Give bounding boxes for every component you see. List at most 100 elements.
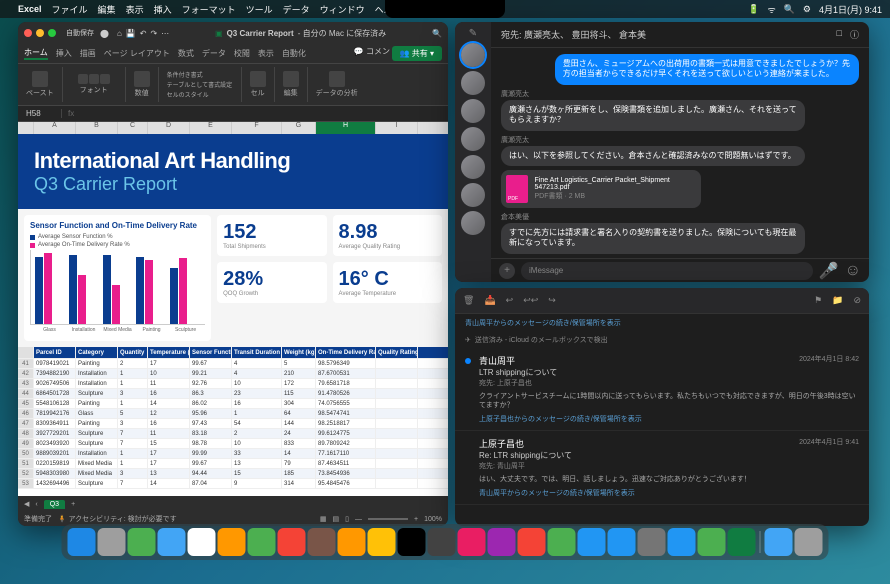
wifi-icon[interactable]: ᯤ <box>767 3 775 16</box>
tab-formulas[interactable]: 数式 <box>178 48 194 59</box>
tab-review[interactable]: 校閲 <box>234 48 250 59</box>
conversation-avatar[interactable] <box>461 99 485 123</box>
reply-icon[interactable]: ↩ <box>506 295 514 306</box>
save-icon[interactable]: 💾 <box>126 29 136 38</box>
redo-icon[interactable]: ↷ <box>150 29 157 38</box>
archive-icon[interactable]: 📥 <box>484 295 495 306</box>
home-icon[interactable]: ⌂ <box>117 29 122 38</box>
stocks-app-icon[interactable] <box>398 528 426 556</box>
view-layout-icon[interactable]: ▤ <box>333 515 340 523</box>
table-row[interactable]: 467819942176Glass51295.9616498.5474741 <box>18 409 448 419</box>
message-input[interactable]: iMessage <box>521 262 813 280</box>
conversation-avatar[interactable] <box>461 155 485 179</box>
settings-app-icon[interactable] <box>638 528 666 556</box>
menu-file[interactable]: ファイル <box>52 3 88 16</box>
prev-sheet-icon[interactable]: ‹ <box>35 501 37 508</box>
conversation-avatar[interactable] <box>461 43 485 67</box>
music-app-icon[interactable] <box>458 528 486 556</box>
news-app-icon[interactable] <box>518 528 546 556</box>
search-icon[interactable]: 🔍 <box>432 29 442 38</box>
maximize-icon[interactable] <box>48 29 56 37</box>
mail-app-icon[interactable] <box>158 528 186 556</box>
reply-all-icon[interactable]: ↩↩ <box>523 295 538 306</box>
first-sheet-icon[interactable]: ◀ <box>24 500 29 508</box>
battery-icon[interactable]: 🔋 <box>748 4 759 15</box>
cells-icon[interactable] <box>250 71 266 87</box>
conversation-avatar[interactable] <box>461 211 485 235</box>
junk-icon[interactable]: ⊘ <box>853 295 861 306</box>
control-center-icon[interactable]: ⚙ <box>803 4 811 15</box>
table-row[interactable]: 455548106128Painting11486.021630474.0756… <box>18 399 448 409</box>
table-row[interactable]: 509889039201Installation11799.99331477.1… <box>18 449 448 459</box>
menu-data[interactable]: データ <box>283 3 310 16</box>
name-box[interactable]: H58 <box>22 109 62 118</box>
podcasts-app-icon[interactable] <box>488 528 516 556</box>
conversation-avatar[interactable] <box>461 127 485 151</box>
table-row[interactable]: 531432694496Sculpture71487.04931495.4845… <box>18 479 448 489</box>
close-icon[interactable] <box>24 29 32 37</box>
search-icon[interactable]: 🔍 <box>784 4 795 15</box>
tab-insert[interactable]: 挿入 <box>56 48 72 59</box>
view-break-icon[interactable]: ▯ <box>345 515 349 523</box>
table-row[interactable]: 510220159819Mixed Media11799.67137987.46… <box>18 459 448 469</box>
launchpad-app-icon[interactable] <box>98 528 126 556</box>
table-row[interactable]: 483927729201Sculpture71183.1822499.61247… <box>18 429 448 439</box>
file-attachment[interactable]: Fine Art Logistics_Carrier Packet_Shipme… <box>501 170 701 208</box>
facetime-app-icon[interactable] <box>248 528 276 556</box>
add-attachment-icon[interactable]: + <box>499 263 515 279</box>
excel-app-icon[interactable] <box>728 528 756 556</box>
numbers-app-icon[interactable] <box>698 528 726 556</box>
sheet-tab-q3[interactable]: Q3 <box>44 500 65 509</box>
share-button[interactable]: 👥 共有 ▾ <box>392 46 442 61</box>
trash-app-icon[interactable] <box>795 528 823 556</box>
add-sheet-icon[interactable]: + <box>71 501 75 508</box>
analyze-icon[interactable] <box>329 71 345 87</box>
worksheet[interactable]: AB CD EF GH I International Art Handling… <box>18 122 448 496</box>
freeform-app-icon[interactable] <box>188 528 216 556</box>
table-row[interactable]: 427394882190Installation11099.21421087.6… <box>18 369 448 379</box>
edit-icon[interactable] <box>283 71 299 87</box>
table-row[interactable]: 525948303980Mixed Media31394.441518573.8… <box>18 469 448 479</box>
menu-insert[interactable]: 挿入 <box>154 3 172 16</box>
conversation-avatar[interactable] <box>461 183 485 207</box>
message-thread[interactable]: 豊田さん、ミュージアムへの出荷用の書類一式は用意できましたでしょうか？先方の担当… <box>491 48 869 258</box>
tab-layout[interactable]: ページ レイアウト <box>104 48 170 59</box>
finder-app-icon[interactable] <box>68 528 96 556</box>
tab-data[interactable]: データ <box>202 48 226 59</box>
menu-edit[interactable]: 編集 <box>98 3 116 16</box>
menu-tools[interactable]: ツール <box>246 3 273 16</box>
reminders-app-icon[interactable] <box>338 528 366 556</box>
cond-format-button[interactable]: 条件付き書式 <box>167 70 203 79</box>
underline-icon[interactable] <box>100 74 110 84</box>
keynote-app-icon[interactable] <box>668 528 696 556</box>
cell-style-button[interactable]: セルのスタイル <box>167 90 209 99</box>
trash-icon[interactable]: 🗑 <box>463 295 474 306</box>
emoji-icon[interactable]: ☺ <box>845 262 861 280</box>
thread-link[interactable]: 青山周平からのメッセージの続き/保管場所を表示 <box>455 314 869 332</box>
menu-view[interactable]: 表示 <box>126 3 144 16</box>
data-table[interactable]: Parcel IDCategoryQuantityTemperature (°C… <box>18 347 448 496</box>
tv-app-icon[interactable] <box>428 528 456 556</box>
table-row[interactable]: 439026749506Installation11192.761017279.… <box>18 379 448 389</box>
calendar-app-icon[interactable] <box>278 528 306 556</box>
video-call-icon[interactable]: □ <box>837 28 842 41</box>
mail-item[interactable]: 2024年4月1日 9:41上原子昌也Re: LTR shippingについて宛… <box>455 431 869 505</box>
voice-memo-icon[interactable]: 🎤 <box>819 261 839 281</box>
move-icon[interactable]: 📁 <box>832 295 843 306</box>
safari-app-icon[interactable] <box>578 528 606 556</box>
notes-app-icon[interactable] <box>368 528 396 556</box>
minimize-icon[interactable] <box>36 29 44 37</box>
messages-app-icon[interactable] <box>128 528 156 556</box>
thread-link[interactable]: 上原子昌也からのメッセージの続き/保管場所を表示 <box>479 410 859 424</box>
app-name[interactable]: Excel <box>18 4 42 14</box>
menu-window[interactable]: ウィンドウ <box>320 3 365 16</box>
bold-icon[interactable] <box>78 74 88 84</box>
tab-automate[interactable]: 自動化 <box>282 48 306 59</box>
photos-app-icon[interactable] <box>218 528 246 556</box>
conversation-avatar[interactable] <box>461 71 485 95</box>
tab-home[interactable]: ホーム <box>24 47 48 60</box>
zoom-level[interactable]: 100% <box>424 516 442 523</box>
flag-icon[interactable]: ⚑ <box>814 295 822 306</box>
info-icon[interactable]: ⓘ <box>850 28 859 41</box>
maps-app-icon[interactable] <box>548 528 576 556</box>
